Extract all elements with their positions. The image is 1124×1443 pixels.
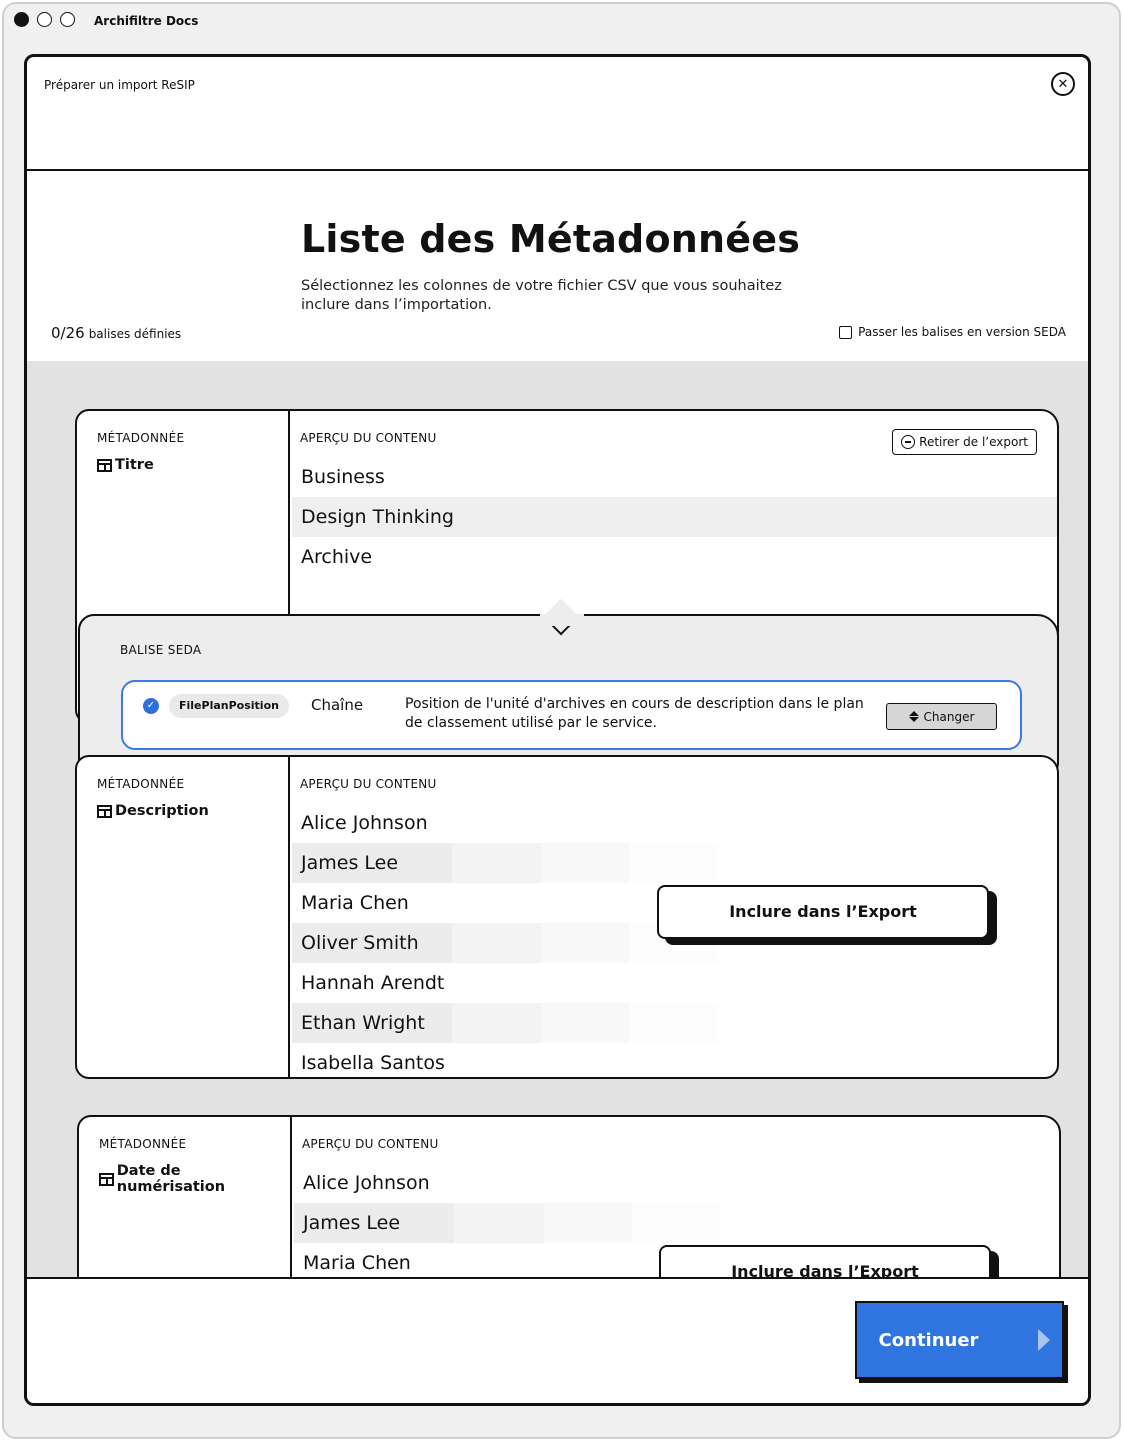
metadata-name-text: Date de numérisation — [116, 1163, 226, 1195]
card-left-column: MÉTADONNÉE Description — [77, 757, 290, 1077]
metadata-name-text: Titre — [115, 457, 154, 473]
metadata-name: Date de numérisation — [99, 1163, 290, 1195]
table-icon — [97, 804, 112, 818]
continue-button[interactable]: Continuer — [855, 1301, 1064, 1379]
metadata-card-description: MÉTADONNÉE Description APERÇU DU CONTENU… — [75, 755, 1059, 1079]
metadata-list[interactable]: MÉTADONNÉE Titre APERÇU DU CONTENU Retir… — [27, 361, 1088, 1277]
page-title: Liste des Métadonnées — [301, 217, 801, 261]
window-close-dot[interactable] — [14, 12, 29, 27]
seda-tag-pill: FilePlanPosition — [169, 694, 289, 718]
preview-row: James Lee — [292, 843, 1057, 883]
preview-rows: Alice Johnson James Lee Maria Chen Olive… — [292, 803, 1057, 1077]
seda-version-toggle[interactable]: Passer les balises en version SEDA — [839, 325, 1066, 339]
preview-row: James Lee — [294, 1203, 1059, 1243]
table-icon — [97, 458, 112, 472]
modal-title: Préparer un import ReSIP — [44, 78, 195, 92]
check-circle-icon: ✓ — [143, 698, 159, 714]
intro-section: Liste des Métadonnées Sélectionnez les c… — [27, 171, 1088, 361]
tag-counter-value: 0/26 — [51, 324, 85, 342]
change-tag-button[interactable]: Changer — [886, 703, 997, 730]
window-maximize-dot[interactable] — [60, 12, 75, 27]
seda-version-label: Passer les balises en version SEDA — [858, 325, 1066, 339]
metadata-name: Description — [97, 803, 209, 819]
seda-tag-type: Chaîne — [311, 696, 364, 714]
include-in-export-button[interactable]: Inclure dans l’Export — [657, 885, 989, 939]
change-tag-label: Changer — [923, 709, 975, 724]
remove-from-export-button[interactable]: Retirer de l’export — [892, 429, 1037, 455]
metadata-label: MÉTADONNÉE — [97, 777, 185, 791]
preview-row: Hannah Arendt — [301, 972, 445, 994]
modal-footer: Continuer — [27, 1277, 1088, 1403]
tag-counter-label: balises définies — [88, 327, 182, 341]
continue-label: Continuer — [878, 1329, 979, 1351]
minus-circle-icon — [901, 435, 916, 449]
preview-row: Business — [301, 466, 385, 488]
preview-label: APERÇU DU CONTENU — [300, 431, 437, 445]
metadata-label: MÉTADONNÉE — [97, 431, 185, 445]
window-minimize-dot[interactable] — [37, 12, 52, 27]
card-preview: APERÇU DU CONTENU Alice Johnson James Le… — [292, 757, 1057, 1077]
play-icon — [1038, 1329, 1051, 1351]
preview-row: Alice Johnson — [303, 1172, 430, 1194]
remove-from-export-label: Retirer de l’export — [919, 435, 1028, 449]
metadata-name: Titre — [97, 457, 154, 473]
metadata-label: MÉTADONNÉE — [99, 1137, 187, 1151]
seda-label: BALISE SEDA — [120, 643, 202, 657]
card-preview: APERÇU DU CONTENU Alice Johnson James Le… — [294, 1117, 1059, 1277]
include-in-export-button[interactable]: Inclure dans l’Export — [659, 1245, 991, 1277]
card-left-column: MÉTADONNÉE Date de numérisation — [79, 1117, 292, 1277]
preview-rows: Business Design Thinking Archive — [292, 457, 1057, 577]
import-modal: Préparer un import ReSIP ✕ Liste des Mét… — [24, 54, 1091, 1406]
preview-label: APERÇU DU CONTENU — [300, 777, 437, 791]
window-controls — [14, 12, 75, 27]
preview-row: Archive — [301, 546, 373, 568]
close-icon[interactable]: ✕ — [1051, 72, 1075, 96]
metadata-card-date-numerisation: MÉTADONNÉE Date de numérisation APERÇU D… — [77, 1115, 1061, 1277]
seda-panel-pointer-mask — [540, 614, 584, 626]
seda-selected-tag[interactable]: ✓ FilePlanPosition Chaîne Position de l'… — [121, 680, 1022, 750]
preview-row: Design Thinking — [292, 497, 1057, 537]
preview-row: Isabella Santos — [301, 1052, 445, 1074]
preview-row: Alice Johnson — [301, 812, 428, 834]
tag-counter: 0/26 balises définies — [51, 324, 181, 342]
page-subtitle: Sélectionnez les colonnes de votre fichi… — [301, 278, 782, 313]
app-title: Archifiltre Docs — [94, 14, 199, 28]
preview-row: Ethan Wright — [292, 1003, 1057, 1043]
seda-tag-description: Position de l'unité d'archives en cours … — [405, 696, 864, 731]
seda-version-checkbox[interactable] — [839, 325, 853, 339]
modal-header: Préparer un import ReSIP ✕ — [27, 57, 1088, 171]
preview-label: APERÇU DU CONTENU — [302, 1137, 439, 1151]
sort-icon — [908, 711, 919, 722]
metadata-name-text: Description — [115, 803, 209, 819]
table-icon — [99, 1172, 114, 1186]
